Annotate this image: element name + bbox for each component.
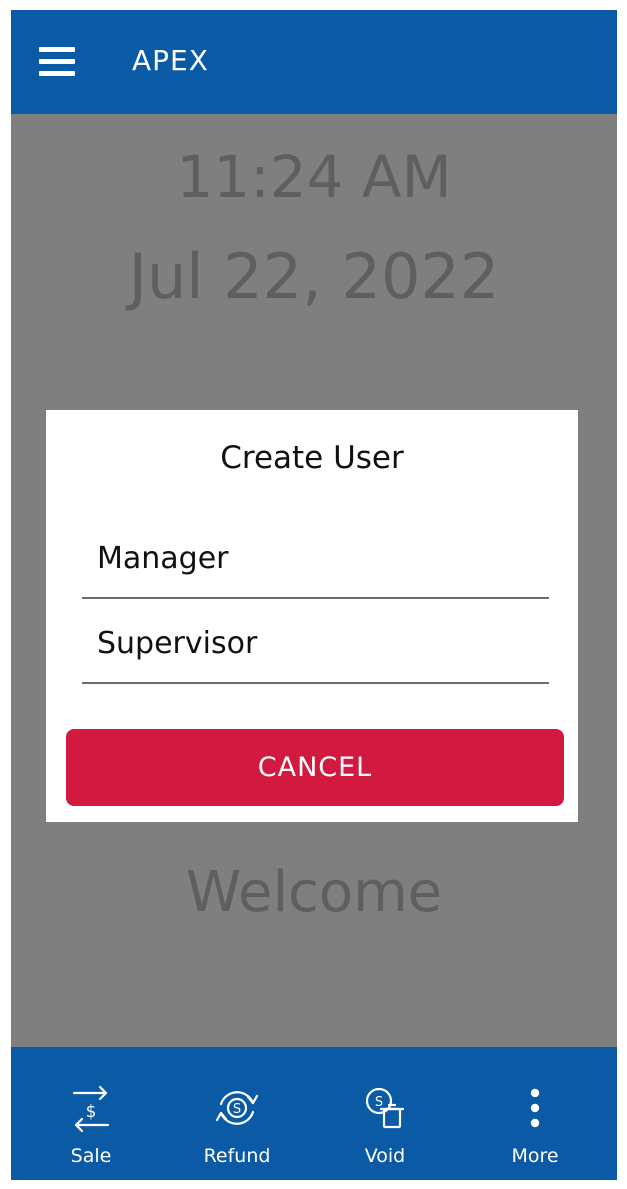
bottom-nav: $ Sale S Refund S Void More (11, 1047, 617, 1180)
nav-label-more: More (511, 1145, 559, 1167)
cancel-button[interactable]: CANCEL (66, 729, 564, 806)
option-supervisor[interactable]: Supervisor (82, 602, 549, 684)
create-user-dialog: Create User Manager Supervisor CANCEL (46, 410, 578, 822)
clock-time: 11:24 AM (176, 143, 452, 211)
app-screen: APEX 11:24 AM Jul 22, 2022 Welcome Creat… (11, 10, 617, 1180)
welcome-text: Welcome (185, 860, 443, 925)
void-icon: S (365, 1087, 405, 1129)
clock-date: Jul 22, 2022 (128, 240, 500, 313)
nav-more[interactable]: More (475, 1047, 595, 1180)
nav-label-sale: Sale (70, 1145, 112, 1167)
svg-text:S: S (233, 1102, 241, 1117)
top-app-bar: APEX (11, 10, 617, 114)
sale-transfer-icon: $ (72, 1085, 110, 1133)
hamburger-menu-icon[interactable] (39, 47, 75, 77)
nav-label-refund: Refund (203, 1145, 271, 1167)
dialog-title: Create User (220, 440, 404, 476)
nav-sale[interactable]: $ Sale (31, 1047, 151, 1180)
nav-refund[interactable]: S Refund (177, 1047, 297, 1180)
option-manager[interactable]: Manager (82, 517, 549, 599)
more-vertical-icon (530, 1088, 540, 1128)
svg-text:S: S (375, 1095, 383, 1110)
refund-icon: S (215, 1091, 259, 1125)
option-label: Supervisor (97, 626, 258, 661)
svg-text:$: $ (86, 1102, 97, 1122)
nav-label-void: Void (364, 1145, 406, 1167)
option-label: Manager (97, 541, 229, 576)
app-title: APEX (132, 44, 209, 77)
nav-void[interactable]: S Void (325, 1047, 445, 1180)
